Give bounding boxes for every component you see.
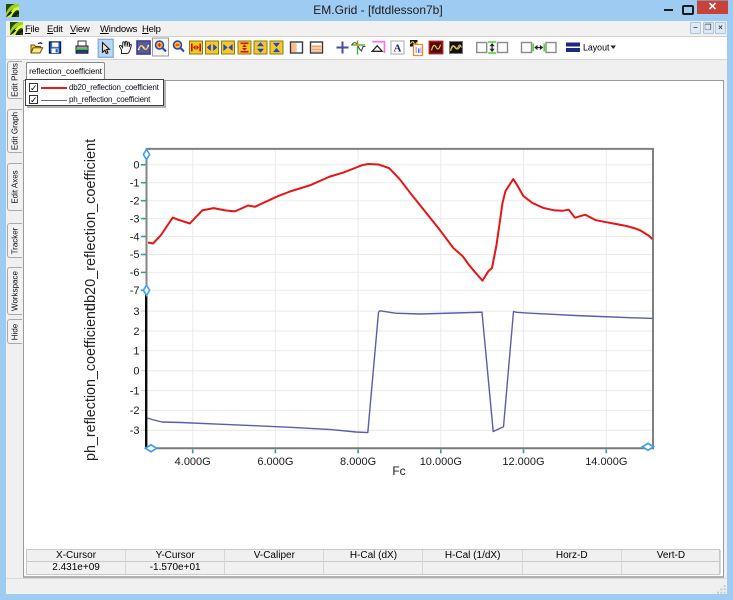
svg-text:0: 0 (133, 366, 139, 378)
svg-text:0: 0 (133, 160, 139, 172)
svg-text:1: 1 (133, 346, 139, 358)
svg-text:-6: -6 (130, 267, 140, 279)
svg-text:Fc: Fc (392, 464, 405, 478)
svg-text:-4: -4 (130, 231, 140, 243)
svg-text:2: 2 (133, 326, 139, 338)
svg-text:-3: -3 (130, 425, 140, 437)
svg-text:-5: -5 (130, 249, 140, 261)
svg-text:-1: -1 (130, 385, 140, 397)
svg-text:db20_reflection_coefficient: db20_reflection_coefficient (83, 139, 99, 311)
svg-text:6.000G: 6.000G (257, 456, 293, 468)
svg-text:14.000G: 14.000G (585, 456, 627, 468)
svg-text:-7: -7 (130, 285, 140, 297)
svg-text:4.000G: 4.000G (175, 456, 211, 468)
svg-text:3: 3 (133, 306, 139, 318)
svg-text:-1: -1 (130, 178, 140, 190)
svg-text:10.000G: 10.000G (420, 456, 462, 468)
svg-text:-3: -3 (130, 213, 140, 225)
svg-text:-2: -2 (130, 405, 140, 417)
svg-text:8.000G: 8.000G (340, 456, 376, 468)
svg-text:-2: -2 (130, 196, 140, 208)
svg-text:12.000G: 12.000G (502, 456, 544, 468)
svg-text:ph_reflection_coefficient: ph_reflection_coefficient (83, 307, 99, 461)
